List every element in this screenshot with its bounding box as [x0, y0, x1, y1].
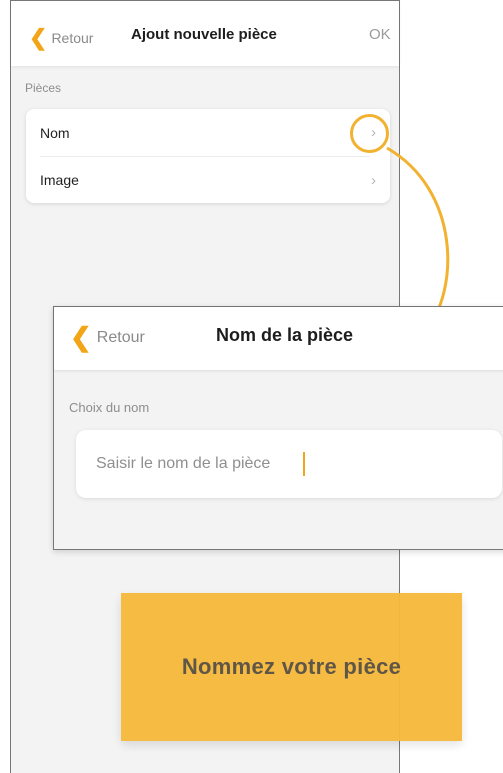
name-input-card: [76, 430, 502, 498]
top-nav-bar: ❮ Retour Nom de la pièce: [54, 307, 503, 370]
back-button[interactable]: ❮ Retour: [70, 322, 145, 353]
room-name-screen: ❮ Retour Nom de la pièce Choix du nom: [53, 306, 503, 550]
back-label: Retour: [96, 328, 145, 346]
room-name-input[interactable]: [94, 454, 303, 474]
chevron-left-icon: ❮: [70, 322, 92, 352]
instruction-callout: Nommez votre pièce: [121, 593, 462, 741]
callout-text: Nommez votre pièce: [181, 654, 402, 679]
page-title: Nom de la pièce: [216, 325, 354, 345]
section-label: Choix du nom: [69, 400, 150, 415]
text-cursor: [303, 452, 305, 476]
